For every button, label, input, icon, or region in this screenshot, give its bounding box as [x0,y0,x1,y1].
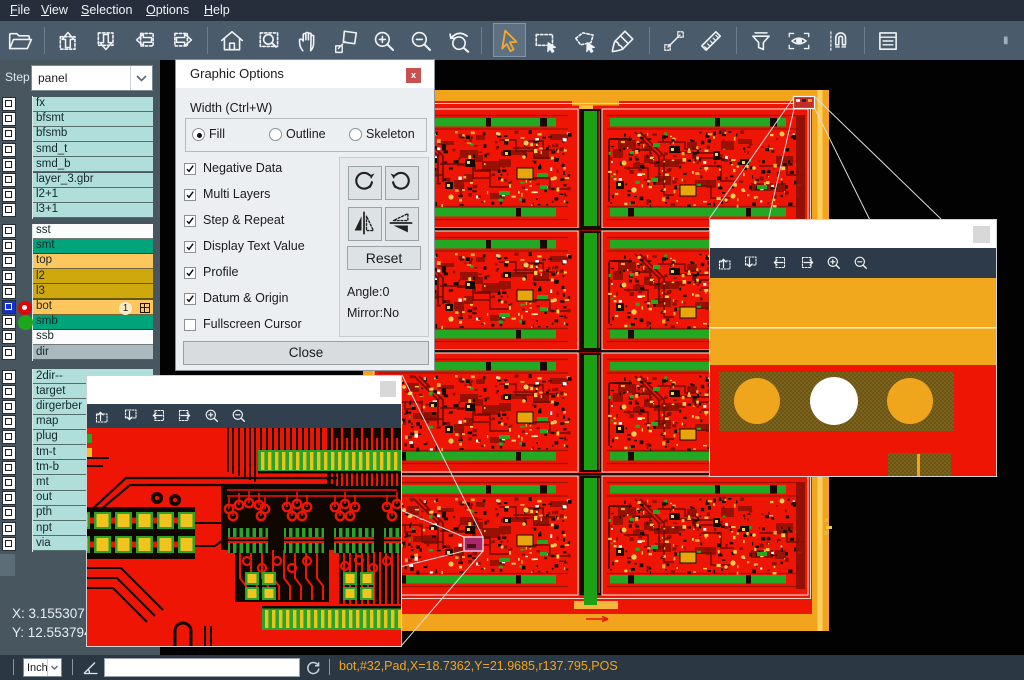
svg-text:×: × [824,515,829,525]
